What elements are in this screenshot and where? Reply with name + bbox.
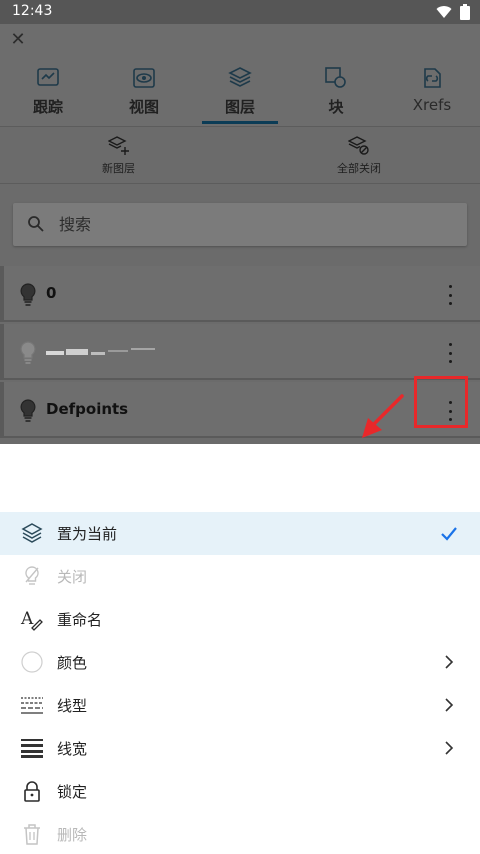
- menu-lineweight-label: 线宽: [57, 740, 88, 758]
- menu-set-current[interactable]: 置为当前: [0, 512, 480, 555]
- lightbulb-off-icon: [20, 564, 44, 588]
- rename-icon: A: [20, 607, 44, 631]
- menu-set-current-label: 置为当前: [57, 525, 118, 543]
- menu-lock[interactable]: 锁定: [0, 770, 480, 813]
- new-layer-icon: [107, 136, 129, 155]
- search-box: [13, 203, 467, 246]
- xref-icon: [424, 68, 441, 88]
- top-bar: ✕ 跟踪 视图 图层 块 Xrefs: [0, 24, 480, 126]
- search-input[interactable]: [59, 203, 449, 246]
- lightbulb-icon[interactable]: [18, 340, 38, 366]
- color-swatch-icon: [20, 650, 44, 674]
- svg-text:A: A: [20, 609, 34, 629]
- more-options-icon[interactable]: [438, 282, 462, 308]
- lineweight-icon: [20, 736, 44, 760]
- menu-delete: 删除: [0, 813, 480, 854]
- layer-name: 0: [46, 284, 57, 302]
- tab-xrefs[interactable]: Xrefs: [384, 62, 480, 124]
- annotation-highlight-box: [414, 376, 468, 428]
- menu-rename[interactable]: A 重命名: [0, 598, 480, 641]
- new-layer-button[interactable]: 新图层: [102, 135, 135, 176]
- menu-lineweight[interactable]: 线宽: [0, 727, 480, 770]
- track-icon: [37, 68, 59, 86]
- status-time: 12:43: [12, 3, 53, 19]
- tab-block-label: 块: [328, 98, 344, 116]
- status-bar: 12:43: [0, 0, 480, 24]
- menu-turn-off: 关闭: [0, 555, 480, 598]
- search-icon: [28, 216, 44, 232]
- lightbulb-icon[interactable]: [18, 398, 38, 424]
- chevron-right-icon: [445, 698, 454, 712]
- battery-icon: [460, 4, 470, 20]
- layers-off-icon: [348, 136, 369, 155]
- view-icon: [133, 68, 155, 88]
- layers-icon: [228, 67, 252, 87]
- linetype-icon: [20, 693, 44, 717]
- trash-icon: [20, 822, 44, 846]
- layer-row[interactable]: Defpoints: [0, 382, 480, 438]
- layers-stack-icon: [20, 521, 44, 545]
- layer-options-sheet: 置为当前 关闭 A 重命名 颜色 线型 线宽 锁定 删除: [0, 444, 480, 854]
- redacted-layer-name: [46, 348, 155, 355]
- layer-row[interactable]: [0, 324, 480, 380]
- tab-xrefs-label: Xrefs: [412, 96, 452, 114]
- menu-turn-off-label: 关闭: [57, 568, 88, 586]
- close-icon[interactable]: ✕: [8, 30, 28, 50]
- tab-view-label: 视图: [128, 98, 159, 116]
- wifi-icon: [436, 6, 452, 19]
- chevron-right-icon: [445, 741, 454, 755]
- checkmark-icon: [441, 527, 457, 541]
- menu-linetype-label: 线型: [57, 697, 88, 715]
- tab-block[interactable]: 块: [288, 62, 384, 124]
- layer-name: Defpoints: [46, 400, 129, 418]
- tab-layers[interactable]: 图层: [192, 62, 288, 124]
- menu-lock-label: 锁定: [57, 783, 88, 801]
- menu-delete-label: 删除: [57, 826, 88, 844]
- new-layer-label: 新图层: [102, 162, 135, 175]
- lock-icon: [20, 779, 44, 803]
- layer-row[interactable]: 0: [0, 266, 480, 322]
- tab-view[interactable]: 视图: [96, 62, 192, 124]
- more-options-icon[interactable]: [438, 340, 462, 366]
- annotation-arrow-icon: [362, 394, 404, 438]
- layers-panel-dimmed: 12:43 ✕ 跟踪 视图 图层 块 Xrefs 新图层 全部关闭 搜索 0 D…: [0, 0, 480, 444]
- all-off-label: 全部关闭: [337, 162, 381, 175]
- all-off-button[interactable]: 全部关闭: [337, 135, 381, 176]
- chevron-right-icon: [445, 655, 454, 669]
- tab-bar: 跟踪 视图 图层 块 Xrefs: [0, 62, 480, 124]
- menu-linetype[interactable]: 线型: [0, 684, 480, 727]
- block-icon: [325, 67, 346, 88]
- menu-rename-label: 重命名: [57, 611, 103, 629]
- layer-actions-bar: 新图层 全部关闭: [0, 126, 480, 184]
- lightbulb-icon[interactable]: [18, 282, 38, 308]
- tab-layers-label: 图层: [224, 98, 255, 116]
- tab-track[interactable]: 跟踪: [0, 62, 96, 124]
- menu-color[interactable]: 颜色: [0, 641, 480, 684]
- tab-track-label: 跟踪: [32, 98, 63, 116]
- menu-color-label: 颜色: [57, 654, 88, 672]
